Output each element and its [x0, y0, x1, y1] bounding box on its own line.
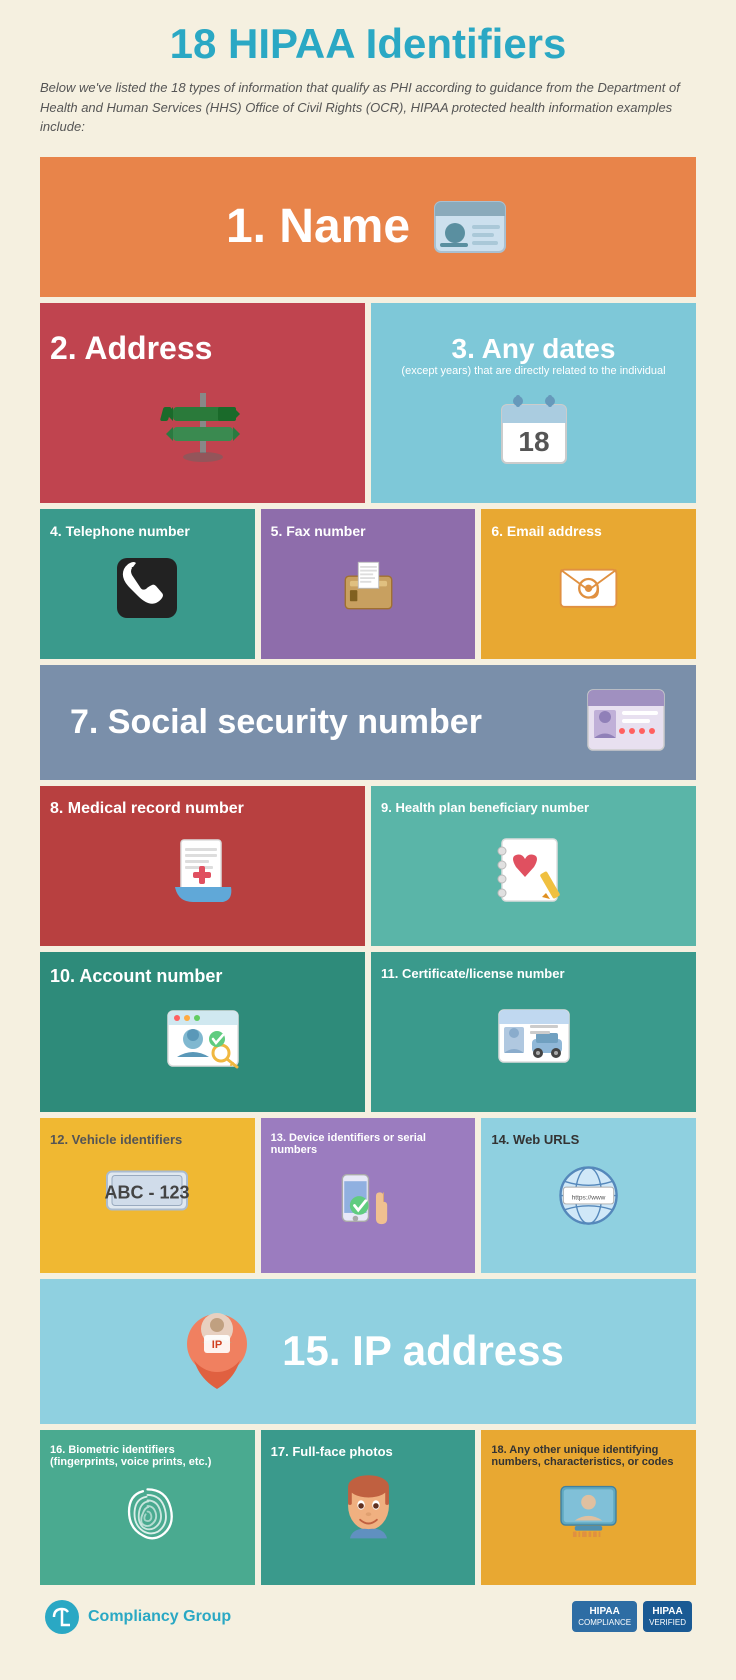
item-11-certificate: 11. Certificate/license number: [371, 952, 696, 1112]
row-7: 12. Vehicle identifiers ABC - 123 13. De…: [40, 1118, 696, 1273]
item-3-dates: 3. Any dates (except years) that are dir…: [371, 303, 696, 503]
item-18-other: 18. Any other unique identifying numbers…: [481, 1430, 696, 1585]
row-8: IP 15. IP address: [40, 1279, 696, 1424]
item-3-label: 3. Any dates: [391, 333, 676, 365]
page-title: 18 HIPAA Identifiers: [40, 20, 696, 68]
item-13-device: 13. Device identifiers or serial numbers: [261, 1118, 476, 1273]
certificate-icon: [494, 995, 574, 1088]
item-2-label: 2. Address: [50, 330, 212, 367]
item-6-label: 6. Email address: [491, 523, 602, 539]
vehicle-icon: ABC - 123: [102, 1161, 192, 1229]
item-17-photos: 17. Full-face photos: [261, 1430, 476, 1585]
item-14-web: 14. Web URLS https://www: [481, 1118, 696, 1273]
page-container: 18 HIPAA Identifiers Below we've listed …: [0, 0, 736, 1665]
item-18-label: 18. Any other unique identifying numbers…: [491, 1444, 686, 1468]
row-5: 8. Medical record number: [40, 786, 696, 946]
row-9: 16. Biometric identifiers (fingerprints,…: [40, 1430, 696, 1585]
identifiers-grid: 1. Name: [40, 157, 696, 1585]
company-logo: Compliancy Group: [44, 1599, 231, 1635]
item-7-label: 7. Social security number: [70, 703, 482, 742]
photos-icon: [336, 1473, 401, 1561]
svg-text:https://www: https://www: [571, 1194, 605, 1201]
item-4-label: 4. Telephone number: [50, 523, 190, 539]
item-8-label: 8. Medical record number: [50, 800, 244, 818]
item-16-label: 16. Biometric identifiers (fingerprints,…: [50, 1444, 245, 1468]
other-icon: [556, 1482, 621, 1550]
name-icon: [430, 187, 510, 267]
telephone-icon: [112, 553, 182, 636]
item-8-medical: 8. Medical record number: [40, 786, 365, 946]
svg-text:IP: IP: [212, 1339, 222, 1351]
page-subtitle: Below we've listed the 18 types of infor…: [40, 78, 696, 137]
web-icon: https://www: [554, 1161, 624, 1244]
item-3-sublabel: (except years) that are directly related…: [391, 365, 676, 377]
health-plan-icon: [494, 829, 574, 922]
account-icon: [163, 1001, 243, 1094]
hipaa-badge-2: HIPAA VERIFIED: [643, 1601, 692, 1632]
item-5-label: 5. Fax number: [271, 523, 366, 539]
company-name: Compliancy Group: [88, 1608, 231, 1626]
email-icon: [556, 553, 621, 631]
dates-icon: 18: [494, 389, 574, 482]
svg-text:ABC - 123: ABC - 123: [105, 1182, 190, 1202]
item-10-label: 10. Account number: [50, 966, 222, 987]
item-15-label: 15. IP address: [282, 1327, 564, 1375]
row-2: 2. Address: [40, 303, 696, 503]
fax-icon: [336, 553, 401, 631]
item-11-label: 11. Certificate/license number: [381, 966, 565, 981]
hipaa-badge-1: HIPAA COMPLIANCE: [572, 1601, 637, 1632]
row-4: 7. Social security number: [40, 665, 696, 780]
address-icon: [158, 383, 248, 476]
item-1-name: 1. Name: [40, 157, 696, 297]
item-9-health-plan: 9. Health plan beneficiary number: [371, 786, 696, 946]
item-17-label: 17. Full-face photos: [271, 1444, 393, 1459]
device-icon: [331, 1170, 406, 1253]
item-5-fax: 5. Fax number: [261, 509, 476, 659]
item-10-account: 10. Account number: [40, 952, 365, 1112]
row-6: 10. Account number: [40, 952, 696, 1112]
item-9-label: 9. Health plan beneficiary number: [381, 800, 589, 815]
item-12-label: 12. Vehicle identifiers: [50, 1132, 182, 1147]
footer: Compliancy Group HIPAA COMPLIANCE HIPAA …: [40, 1599, 696, 1635]
item-14-label: 14. Web URLS: [491, 1132, 579, 1147]
hipaa-badges: HIPAA COMPLIANCE HIPAA VERIFIED: [572, 1601, 692, 1632]
row-3: 4. Telephone number 5. Fax number: [40, 509, 696, 659]
svg-text:18: 18: [518, 426, 549, 457]
item-7-ssn: 7. Social security number: [40, 665, 696, 780]
row-1: 1. Name: [40, 157, 696, 297]
item-12-vehicle: 12. Vehicle identifiers ABC - 123: [40, 1118, 255, 1273]
logo-icon: [44, 1599, 80, 1635]
item-2-address: 2. Address: [40, 303, 365, 503]
item-6-email: 6. Email address: [481, 509, 696, 659]
item-15-ip: IP 15. IP address: [40, 1279, 696, 1424]
item-4-telephone: 4. Telephone number: [40, 509, 255, 659]
biometric-icon: [115, 1482, 180, 1555]
item-1-label: 1. Name: [226, 199, 410, 254]
item-13-label: 13. Device identifiers or serial numbers: [271, 1132, 466, 1156]
ip-icon: IP: [172, 1299, 262, 1404]
item-16-biometric: 16. Biometric identifiers (fingerprints,…: [40, 1430, 255, 1585]
ssn-icon: [586, 685, 666, 760]
medical-icon: [163, 832, 243, 925]
